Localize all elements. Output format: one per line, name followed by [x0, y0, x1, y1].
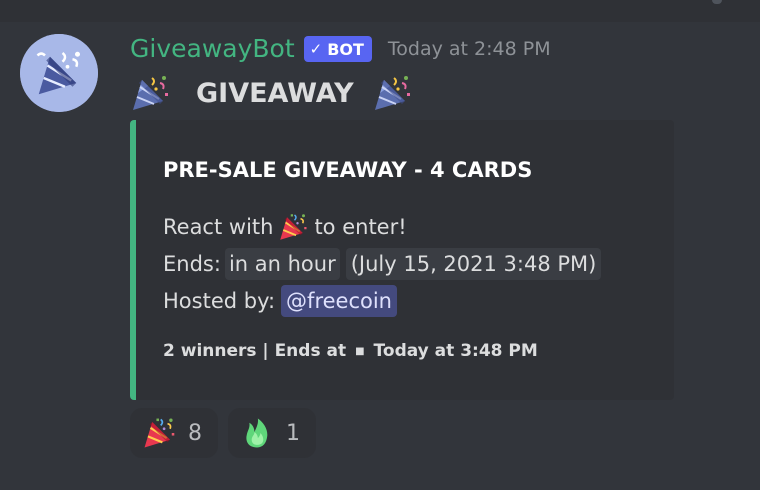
- message-header: GiveawayBot ✓ BOT Today at 2:48 PM: [130, 34, 551, 64]
- message-timestamp[interactable]: Today at 2:48 PM: [388, 38, 551, 60]
- embed-title: PRE-SALE GIVEAWAY - 4 CARDS: [163, 158, 533, 182]
- reaction-count: 8: [188, 420, 202, 446]
- reaction-count: 1: [286, 420, 300, 446]
- author-name[interactable]: GiveawayBot: [130, 34, 295, 64]
- green-flame-icon: [240, 416, 274, 450]
- hosted-label: Hosted by:: [163, 289, 276, 313]
- footer-winners: 2 winners | Ends at: [163, 341, 347, 361]
- reaction-green-flame[interactable]: 1: [228, 408, 316, 458]
- party-popper-icon: [276, 212, 310, 242]
- react-prefix: React with: [163, 215, 274, 239]
- avatar[interactable]: [20, 34, 98, 112]
- reaction-party-popper[interactable]: 8: [130, 408, 218, 458]
- ends-label: Ends:: [163, 252, 221, 276]
- embed-footer: 2 winners | Ends at ■ Today at 3:48 PM: [163, 340, 538, 362]
- absolute-timestamp[interactable]: (July 15, 2021 3:48 PM): [345, 248, 602, 280]
- bot-badge-label: BOT: [327, 39, 364, 59]
- giveaway-embed: PRE-SALE GIVEAWAY - 4 CARDS React with t…: [130, 120, 674, 400]
- react-instruction: React with to enter!: [163, 210, 407, 244]
- previous-message-area: [0, 0, 760, 22]
- verified-check-icon: ✓: [309, 40, 323, 58]
- party-popper-avatar-icon: [20, 34, 98, 112]
- party-popper-icon: [142, 416, 176, 450]
- chat-message[interactable]: GiveawayBot ✓ BOT Today at 2:48 PM GIVEA…: [0, 22, 760, 490]
- relative-timestamp[interactable]: in an hour: [224, 248, 340, 280]
- react-suffix: to enter!: [314, 215, 407, 239]
- message-content: GIVEAWAY: [130, 72, 412, 114]
- party-popper-icon: [130, 73, 170, 113]
- footer-separator: ■: [355, 345, 365, 357]
- giveaway-heading: GIVEAWAY: [196, 77, 354, 109]
- host-mention[interactable]: @freecoin: [281, 285, 397, 317]
- ends-line: Ends: in an hour (July 15, 2021 3:48 PM): [163, 247, 603, 281]
- bot-badge: ✓ BOT: [303, 36, 372, 62]
- footer-time: Today at 3:48 PM: [373, 341, 538, 361]
- scroll-indicator: [712, 0, 722, 4]
- reaction-bar: 8 1: [130, 408, 326, 458]
- hosted-line: Hosted by: @freecoin: [163, 284, 397, 318]
- party-popper-icon: [372, 73, 412, 113]
